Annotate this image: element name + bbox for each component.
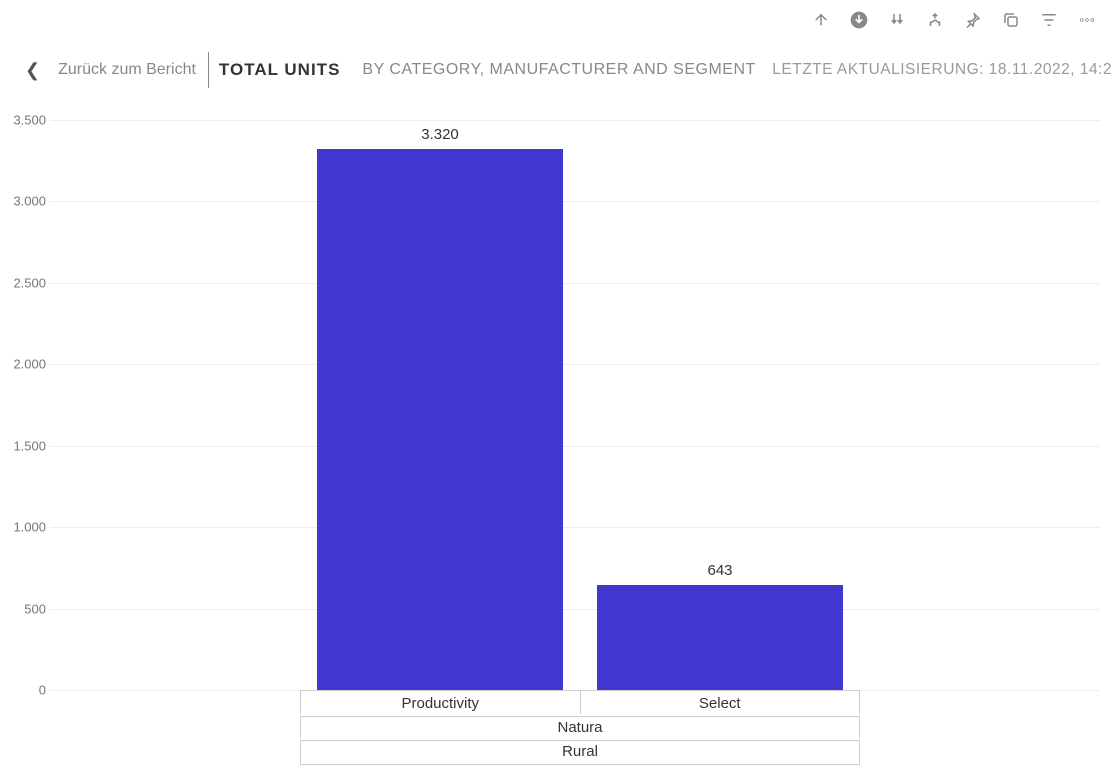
x-axis-level-segment: Rural [300, 740, 860, 765]
drill-down-all-icon[interactable] [887, 10, 907, 30]
gridline [50, 201, 1100, 202]
bar-value-label: 643 [707, 562, 732, 585]
drill-up-icon[interactable] [811, 10, 831, 30]
y-tick-label: 3.000 [2, 194, 46, 209]
gridline [50, 527, 1100, 528]
y-tick-label: 2.500 [2, 275, 46, 290]
y-tick-label: 1.000 [2, 520, 46, 535]
gridline [50, 364, 1100, 365]
x-segment-label: Rural [300, 741, 860, 764]
gridline [50, 120, 1100, 121]
copy-icon[interactable] [1001, 10, 1021, 30]
last-update: LETZTE AKTUALISIERUNG: 18.11.2022, 14:2 [772, 61, 1112, 79]
filter-icon[interactable] [1039, 10, 1059, 30]
gridline [50, 609, 1100, 610]
gridline [50, 446, 1100, 447]
x-category-label: Select [581, 691, 861, 714]
y-tick-label: 3.500 [2, 113, 46, 128]
y-tick-label: 2.000 [2, 357, 46, 372]
pin-icon[interactable] [963, 10, 983, 30]
y-tick-label: 0 [2, 683, 46, 698]
plot-area: 05001.0001.5002.0002.5003.0003.5003.3206… [50, 120, 1100, 690]
title-sub: BY CATEGORY, MANUFACTURER AND SEGMENT [362, 61, 755, 79]
x-axis-level-manufacturer: Natura [300, 716, 860, 738]
y-tick-label: 500 [2, 601, 46, 616]
x-axis-level-category: ProductivitySelect [300, 690, 860, 714]
gridline [50, 283, 1100, 284]
bar[interactable] [317, 149, 563, 690]
y-tick-label: 1.500 [2, 438, 46, 453]
drill-down-on-icon[interactable] [849, 10, 869, 30]
back-label[interactable]: Zurück zum Bericht [58, 61, 196, 79]
chart: 0 500 1.000 1.500 2.000 2.500 3.000 3.500 3.320 6… [0, 100, 1112, 780]
header-divider [208, 52, 209, 88]
back-icon[interactable]: ❮ [25, 60, 40, 81]
bar-value-label: 3.320 [421, 126, 459, 149]
title-main: TOTAL UNITS [219, 60, 341, 80]
header: ❮ Zurück zum Bericht TOTAL UNITS BY CATE… [0, 50, 1112, 90]
x-manufacturer-label: Natura [300, 717, 860, 738]
x-category-label: Productivity [300, 691, 581, 714]
visual-toolbar [811, 10, 1097, 30]
update-time: 18.11.2022, 14:2 [989, 61, 1112, 78]
more-icon[interactable] [1077, 10, 1097, 30]
update-prefix: LETZTE AKTUALISIERUNG: [772, 61, 984, 78]
expand-level-icon[interactable] [925, 10, 945, 30]
bar[interactable] [597, 585, 843, 690]
